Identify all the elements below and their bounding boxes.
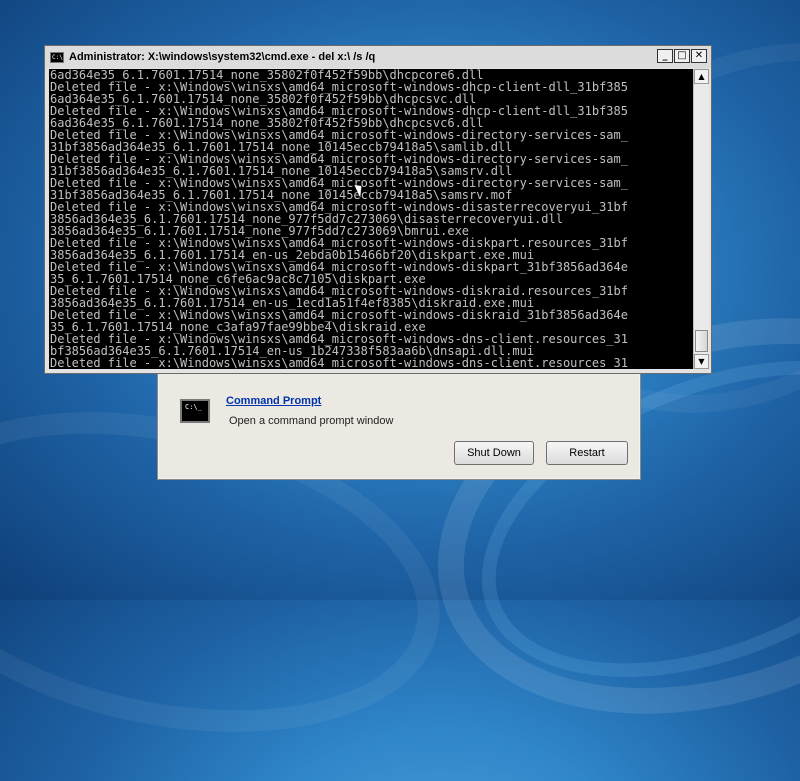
console-line: Deleted file - x:\Windows\winsxs\amd64_m…: [50, 356, 628, 369]
cmd-title-bar[interactable]: C:\ Administrator: X:\windows\system32\c…: [45, 46, 711, 68]
minimize-button[interactable]: _: [657, 49, 673, 63]
scroll-up-icon[interactable]: ▲: [694, 69, 709, 84]
close-button[interactable]: ✕: [691, 49, 707, 63]
cmd-window: C:\ Administrator: X:\windows\system32\c…: [44, 45, 712, 374]
scroll-down-icon[interactable]: ▼: [694, 354, 709, 369]
command-prompt-link[interactable]: Command Prompt: [226, 395, 321, 407]
command-prompt-icon[interactable]: C:\_: [180, 399, 210, 423]
console-output[interactable]: 6ad364e35_6.1.7601.17514_none_35802f0f45…: [49, 69, 693, 369]
scrollbar-thumb[interactable]: [695, 330, 708, 352]
restart-button[interactable]: Restart: [546, 441, 628, 465]
shut-down-button[interactable]: Shut Down: [454, 441, 534, 465]
maximize-button[interactable]: □: [674, 49, 690, 63]
command-prompt-description: Open a command prompt window: [229, 415, 394, 427]
cmd-window-title: Administrator: X:\windows\system32\cmd.e…: [69, 51, 376, 63]
cmd-app-icon[interactable]: C:\: [50, 51, 64, 63]
window-controls: _ □ ✕: [656, 49, 707, 63]
vertical-scrollbar[interactable]: ▲ ▼: [693, 69, 709, 369]
